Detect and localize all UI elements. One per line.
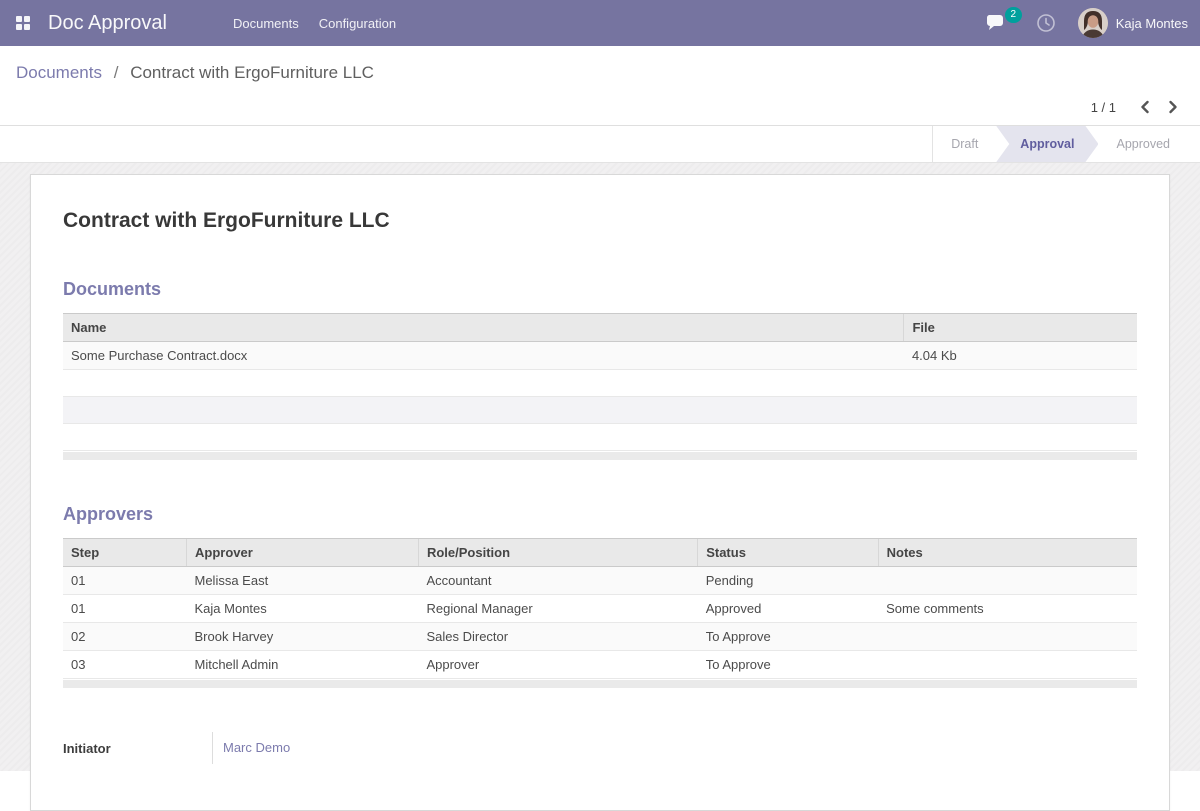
documents-section-title: Documents — [63, 279, 1137, 300]
control-panel: Documents / Contract with ErgoFurniture … — [0, 46, 1200, 126]
column-header-step[interactable]: Step — [63, 539, 187, 567]
cell-status: To Approve — [698, 623, 878, 651]
cell-approver: Mitchell Admin — [187, 651, 419, 679]
approver-row[interactable]: 02 Brook Harvey Sales Director To Approv… — [63, 623, 1137, 651]
clock-icon — [1036, 13, 1056, 33]
form-statusbar-row: Draft Approval Approved — [0, 126, 1200, 163]
pager: 1 / 1 — [0, 89, 1200, 125]
cell-notes — [878, 567, 1137, 595]
menu-configuration[interactable]: Configuration — [309, 0, 406, 46]
chevron-left-icon — [1138, 99, 1152, 115]
documents-table: Name File Some Purchase Contract.docx 4.… — [63, 313, 1137, 451]
cell-approver: Brook Harvey — [187, 623, 419, 651]
pager-value: 1 / 1 — [1091, 100, 1116, 115]
documents-section: Documents Name File Some Purchase Contra… — [63, 279, 1137, 460]
initiator-link[interactable]: Marc Demo — [223, 740, 290, 755]
empty-row — [63, 397, 1137, 424]
messages-button[interactable]: 2 — [986, 13, 1008, 33]
cell-document-name: Some Purchase Contract.docx — [63, 342, 904, 370]
column-header-approver[interactable]: Approver — [187, 539, 419, 567]
record-title: Contract with ErgoFurniture LLC — [63, 209, 1137, 233]
status-step-approval[interactable]: Approval — [996, 126, 1098, 162]
approvers-section: Approvers Step Approver Role/Position St… — [63, 504, 1137, 688]
approvers-section-title: Approvers — [63, 504, 1137, 525]
cell-step: 01 — [63, 595, 187, 623]
cell-document-file-size: 4.04 Kb — [904, 342, 1137, 370]
top-navbar: Doc Approval Documents Configuration 2 — [0, 0, 1200, 46]
column-header-status[interactable]: Status — [698, 539, 878, 567]
cell-approver: Kaja Montes — [187, 595, 419, 623]
initiator-label: Initiator — [63, 741, 212, 756]
activities-button[interactable] — [1036, 13, 1056, 33]
empty-row — [63, 424, 1137, 451]
cell-status: Pending — [698, 567, 878, 595]
approver-row[interactable]: 01 Melissa East Accountant Pending — [63, 567, 1137, 595]
approvers-table-footer — [63, 680, 1137, 688]
cell-notes — [878, 623, 1137, 651]
user-name: Kaja Montes — [1116, 16, 1188, 31]
documents-table-footer — [63, 452, 1137, 460]
form-sheet: Contract with ErgoFurniture LLC Document… — [30, 174, 1170, 811]
column-header-file[interactable]: File — [904, 314, 1137, 342]
cell-role: Accountant — [418, 567, 697, 595]
pager-next-button[interactable] — [1164, 97, 1182, 117]
breadcrumb-separator: / — [114, 63, 119, 82]
breadcrumb: Documents / Contract with ErgoFurniture … — [0, 46, 1200, 89]
avatar — [1078, 8, 1108, 38]
user-menu[interactable]: Kaja Montes — [1078, 8, 1188, 38]
cell-approver: Melissa East — [187, 567, 419, 595]
cell-step: 02 — [63, 623, 187, 651]
chevron-right-icon — [1166, 99, 1180, 115]
cell-notes — [878, 651, 1137, 679]
breadcrumb-current: Contract with ErgoFurniture LLC — [130, 63, 374, 82]
app-title[interactable]: Doc Approval — [48, 12, 167, 35]
approver-row[interactable]: 01 Kaja Montes Regional Manager Approved… — [63, 595, 1137, 623]
apps-menu-button[interactable] — [0, 0, 46, 46]
approver-row[interactable]: 03 Mitchell Admin Approver To Approve — [63, 651, 1137, 679]
cell-status: Approved — [698, 595, 878, 623]
approvers-header-row: Step Approver Role/Position Status Notes — [63, 539, 1137, 567]
messages-count-badge: 2 — [1005, 7, 1022, 23]
cell-role: Approver — [418, 651, 697, 679]
form-view: Contract with ErgoFurniture LLC Document… — [0, 163, 1200, 771]
cell-step: 01 — [63, 567, 187, 595]
cell-notes: Some comments — [878, 595, 1137, 623]
approvers-table: Step Approver Role/Position Status Notes… — [63, 538, 1137, 679]
cell-status: To Approve — [698, 651, 878, 679]
cell-role: Sales Director — [418, 623, 697, 651]
status-step-approved[interactable]: Approved — [1098, 126, 1188, 162]
cell-step: 03 — [63, 651, 187, 679]
apps-grid-icon — [16, 16, 30, 30]
breadcrumb-parent-link[interactable]: Documents — [16, 63, 102, 82]
statusbar: Draft Approval Approved — [932, 126, 1200, 162]
pager-previous-button[interactable] — [1136, 97, 1154, 117]
menu-documents[interactable]: Documents — [223, 0, 309, 46]
documents-header-row: Name File — [63, 314, 1137, 342]
column-header-notes[interactable]: Notes — [878, 539, 1137, 567]
column-header-role[interactable]: Role/Position — [418, 539, 697, 567]
initiator-field: Initiator Marc Demo — [63, 732, 1137, 764]
main-menu: Documents Configuration — [223, 0, 406, 46]
status-step-draft[interactable]: Draft — [933, 126, 996, 162]
column-header-name[interactable]: Name — [63, 314, 904, 342]
cell-role: Regional Manager — [418, 595, 697, 623]
document-row[interactable]: Some Purchase Contract.docx 4.04 Kb — [63, 342, 1137, 370]
empty-row — [63, 370, 1137, 397]
